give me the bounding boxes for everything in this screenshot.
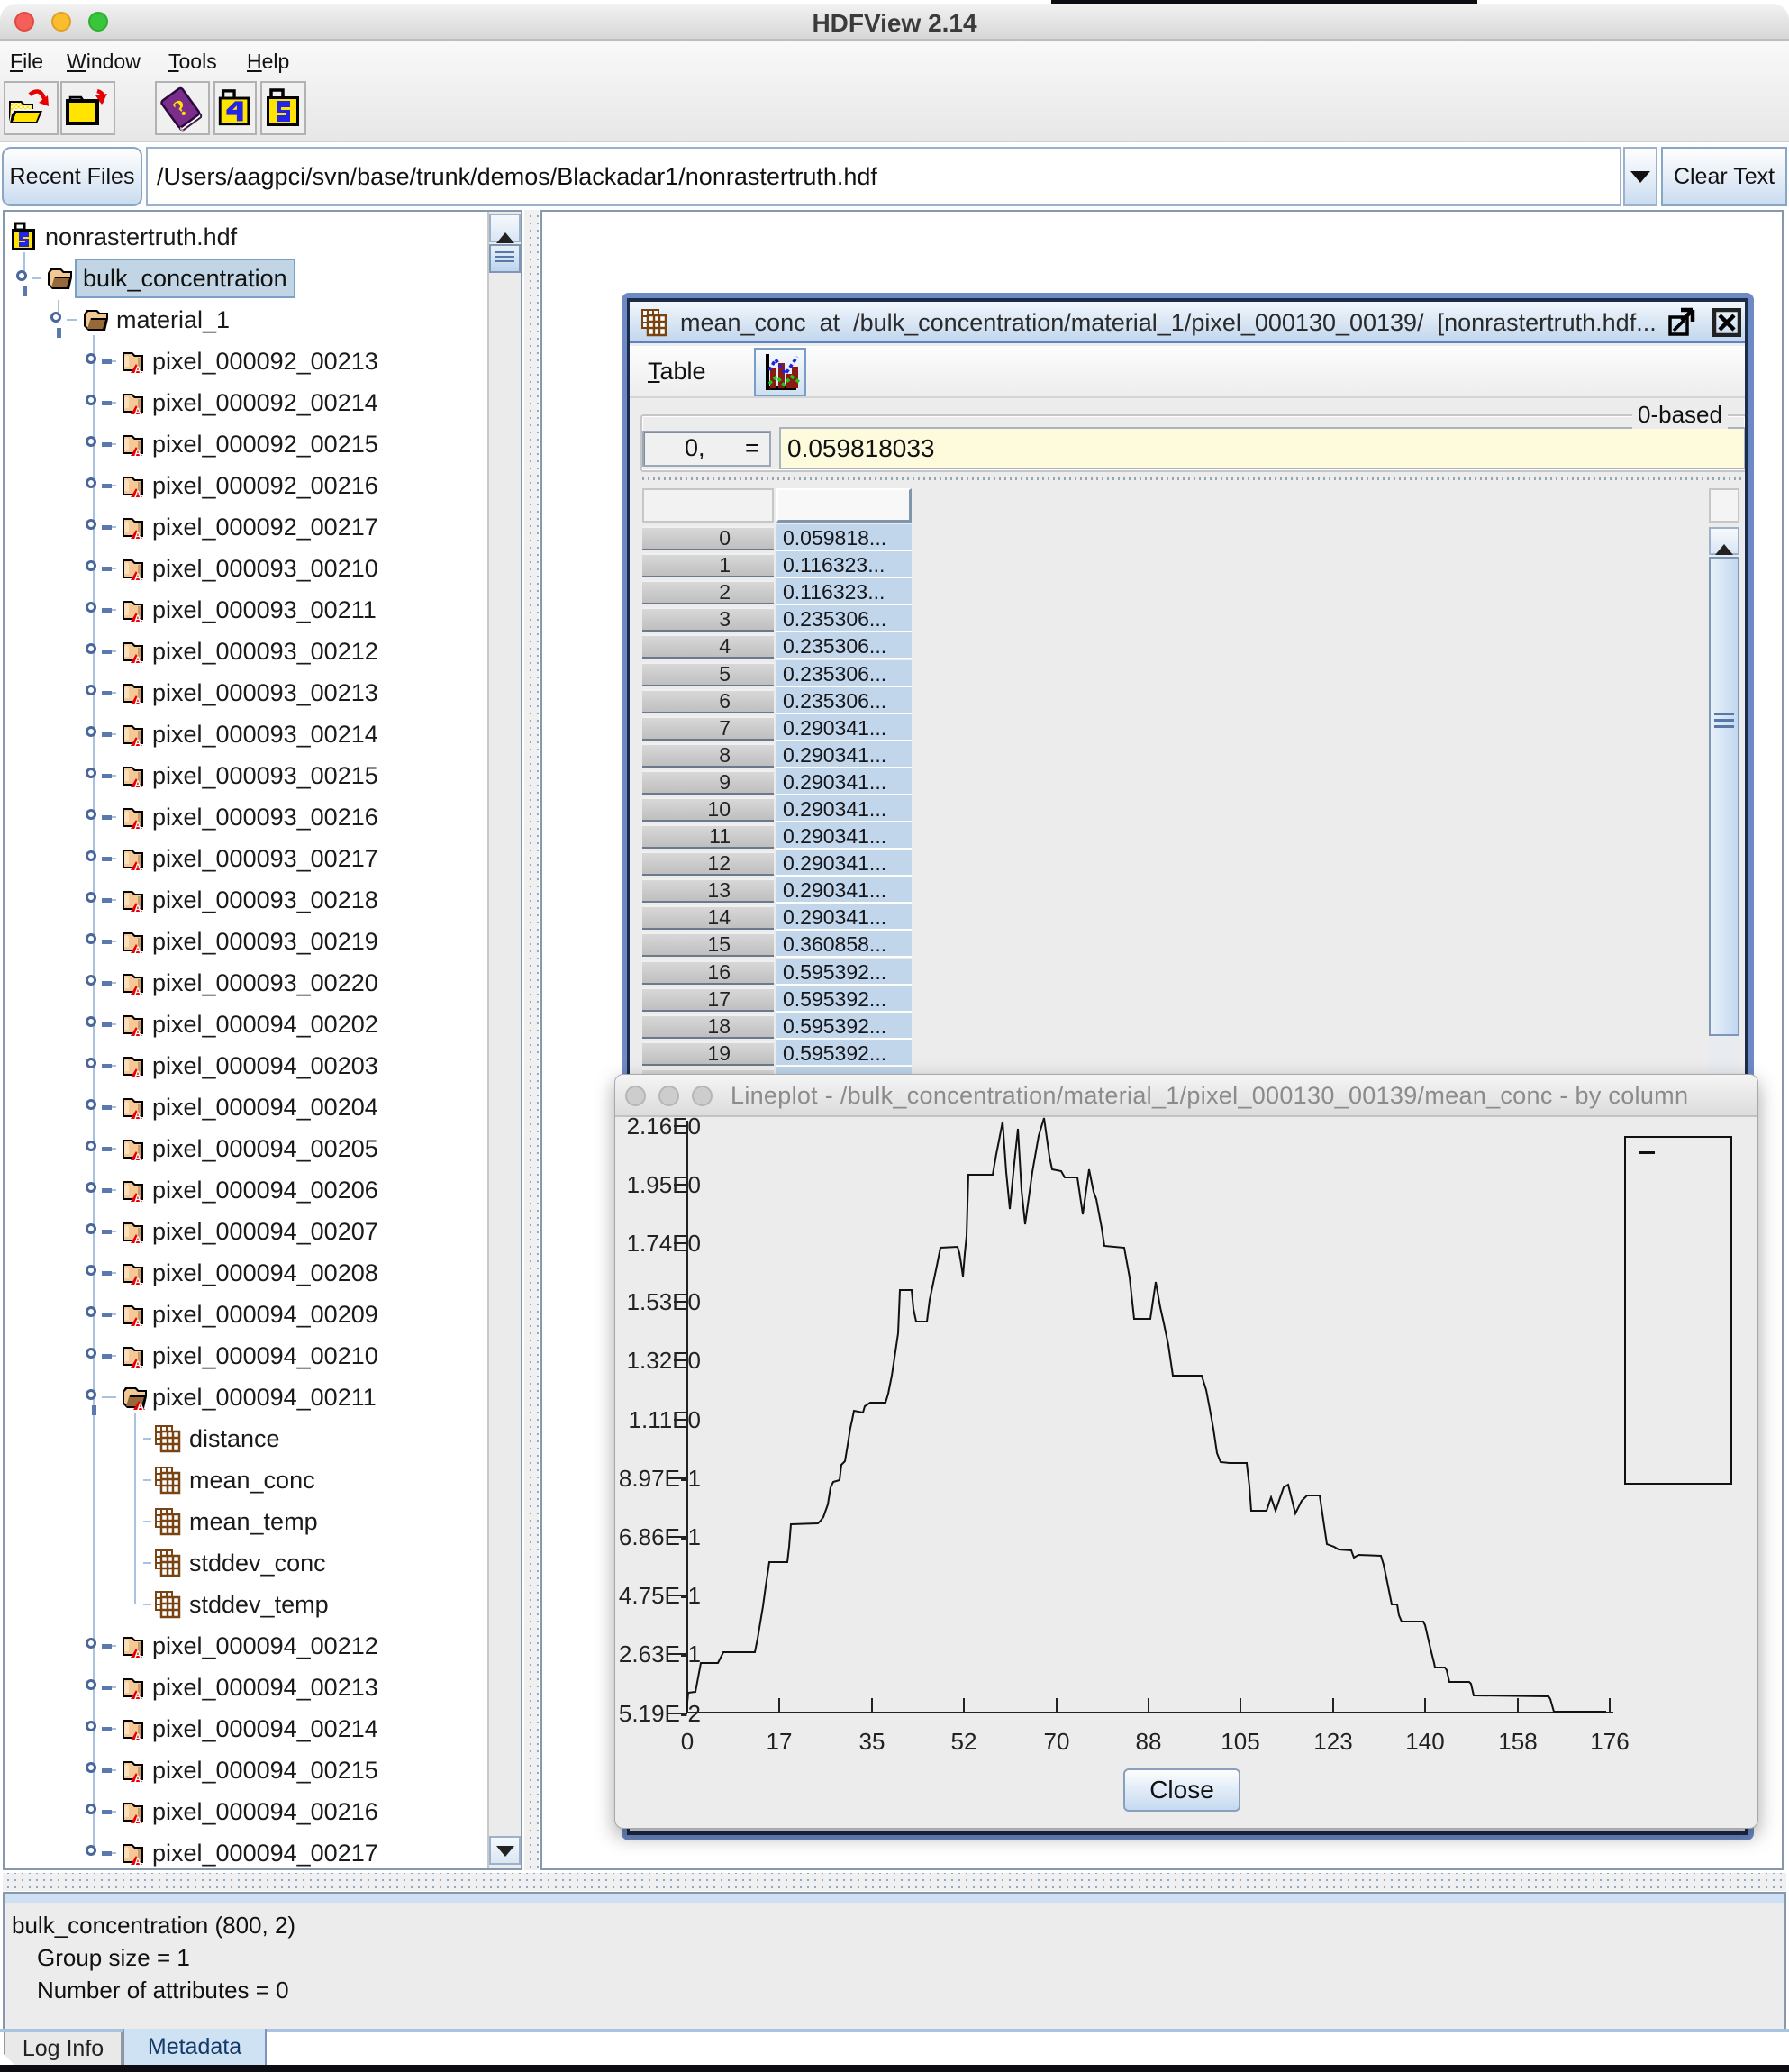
- svg-text:A: A: [134, 572, 141, 582]
- svg-text:A: A: [134, 1235, 141, 1245]
- svg-text:A: A: [134, 1857, 141, 1867]
- svg-text:A: A: [134, 365, 141, 375]
- svg-text:A: A: [134, 489, 141, 499]
- svg-text:1.74E0: 1.74E0: [627, 1230, 701, 1257]
- svg-text:A: A: [134, 1318, 141, 1328]
- svg-text:140: 140: [1405, 1728, 1444, 1755]
- svg-text:A: A: [134, 821, 141, 831]
- svg-text:6.86E-1: 6.86E-1: [619, 1523, 701, 1550]
- svg-text:A: A: [134, 904, 141, 913]
- svg-text:17: 17: [767, 1728, 793, 1755]
- svg-text:A: A: [134, 406, 141, 416]
- svg-text:35: 35: [859, 1728, 885, 1755]
- svg-text:158: 158: [1498, 1728, 1537, 1755]
- svg-text:A: A: [134, 1111, 141, 1121]
- svg-text:8.97E-1: 8.97E-1: [619, 1465, 701, 1492]
- svg-text:0: 0: [681, 1728, 694, 1755]
- svg-text:70: 70: [1044, 1728, 1070, 1755]
- svg-text:A: A: [134, 862, 141, 872]
- svg-text:A: A: [134, 1649, 141, 1659]
- svg-text:A: A: [137, 1402, 144, 1411]
- svg-text:2.63E-1: 2.63E-1: [619, 1640, 701, 1668]
- svg-text:1.11E0: 1.11E0: [629, 1406, 701, 1433]
- svg-text:A: A: [134, 1194, 141, 1204]
- svg-text:A: A: [134, 613, 141, 623]
- svg-text:1.95E0: 1.95E0: [627, 1171, 701, 1198]
- svg-text:A: A: [134, 945, 141, 955]
- svg-text:A: A: [134, 779, 141, 789]
- svg-text:A: A: [134, 1152, 141, 1162]
- svg-text:A: A: [134, 1774, 141, 1784]
- svg-text:A: A: [134, 1691, 141, 1701]
- svg-text:A: A: [134, 1069, 141, 1079]
- svg-text:A: A: [134, 448, 141, 458]
- svg-text:A: A: [134, 696, 141, 706]
- svg-text:A: A: [134, 655, 141, 665]
- svg-text:123: 123: [1313, 1728, 1352, 1755]
- svg-text:176: 176: [1590, 1728, 1629, 1755]
- svg-text:105: 105: [1221, 1728, 1259, 1755]
- svg-text:A: A: [134, 1277, 141, 1286]
- svg-text:A: A: [134, 1359, 141, 1369]
- svg-text:5.19E-2: 5.19E-2: [619, 1700, 701, 1727]
- svg-text:52: 52: [951, 1728, 977, 1755]
- svg-text:88: 88: [1136, 1728, 1162, 1755]
- svg-text:4.75E-1: 4.75E-1: [619, 1582, 701, 1609]
- svg-text:A: A: [134, 986, 141, 996]
- svg-text:A: A: [134, 1028, 141, 1038]
- svg-text:A: A: [134, 1815, 141, 1825]
- svg-text:A: A: [134, 1732, 141, 1742]
- svg-text:1.53E0: 1.53E0: [627, 1288, 701, 1315]
- svg-text:A: A: [134, 531, 141, 541]
- svg-text:1.32E0: 1.32E0: [627, 1347, 701, 1374]
- svg-text:2.16E0: 2.16E0: [627, 1113, 701, 1140]
- svg-text:A: A: [134, 738, 141, 748]
